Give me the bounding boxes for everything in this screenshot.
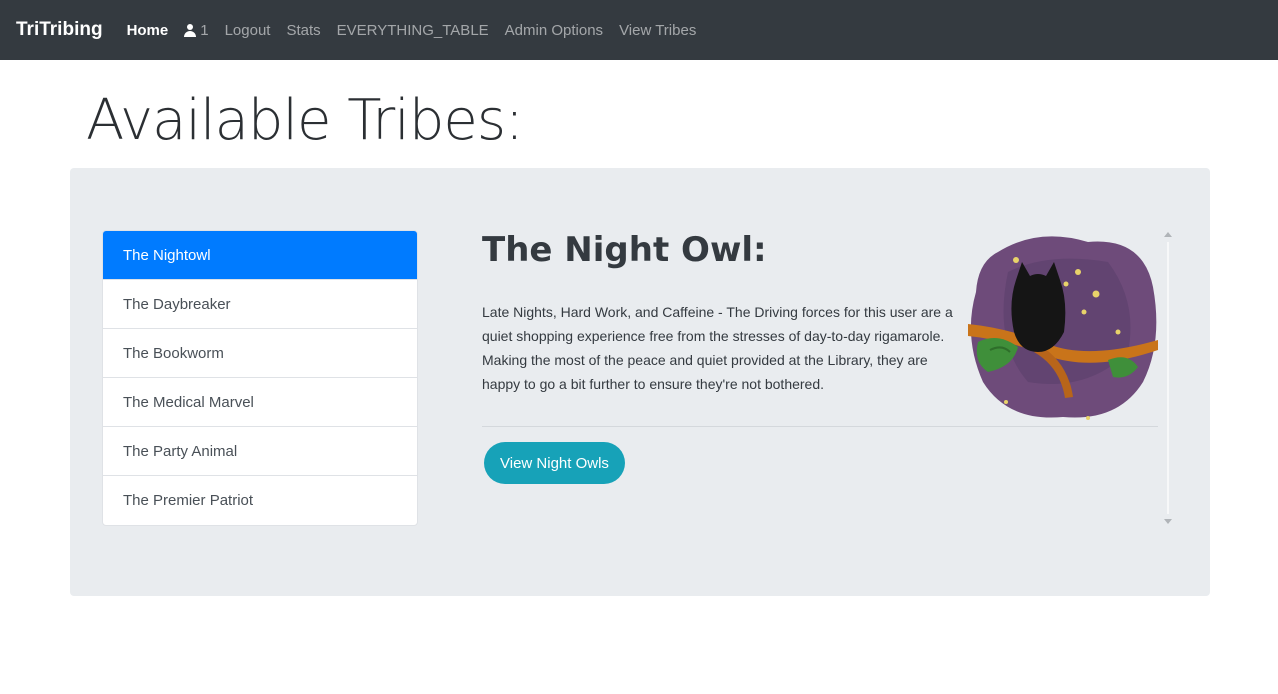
tribe-heading: The Night Owl: <box>482 230 767 270</box>
scroll-up-icon[interactable] <box>1164 232 1172 237</box>
tribe-description: Late Nights, Hard Work, and Caffeine - T… <box>482 304 953 392</box>
nav-user-id: 1 <box>200 21 209 39</box>
brand-logo[interactable]: TriTribing <box>16 19 103 41</box>
nav-view-tribes[interactable]: View Tribes <box>619 22 696 39</box>
night-owl-illustration <box>968 236 1158 420</box>
view-night-owls-button[interactable]: View Night Owls <box>484 442 625 484</box>
tribe-list-item-bookworm[interactable]: The Bookworm <box>103 329 417 378</box>
tribe-list-item-nightowl[interactable]: The Nightowl <box>103 231 417 280</box>
nav-user[interactable]: 1 <box>184 21 209 39</box>
tribe-list-item-party-animal[interactable]: The Party Animal <box>103 427 417 476</box>
tribe-detail-pane: The Night Owl: Late Nights, Hard Work, a… <box>464 230 1180 530</box>
tribe-list-item-medical-marvel[interactable]: The Medical Marvel <box>103 378 417 427</box>
tribe-list-item-daybreaker[interactable]: The Daybreaker <box>103 280 417 329</box>
tribe-list: The Nightowl The Daybreaker The Bookworm… <box>102 230 418 526</box>
tribes-panel: The Nightowl The Daybreaker The Bookworm… <box>70 168 1210 596</box>
page-title: Available Tribes: <box>86 88 524 153</box>
nav-stats[interactable]: Stats <box>286 22 320 39</box>
nav-home[interactable]: Home <box>127 22 169 39</box>
scroll-track[interactable] <box>1167 242 1169 514</box>
tribe-list-item-premier-patriot[interactable]: The Premier Patriot <box>103 476 417 525</box>
user-icon <box>184 23 197 37</box>
scroll-down-icon[interactable] <box>1164 519 1172 524</box>
nav-admin-options[interactable]: Admin Options <box>505 22 603 39</box>
detail-scrollbar[interactable] <box>1164 232 1172 524</box>
nav-everything-table[interactable]: EVERYTHING_TABLE <box>337 22 489 39</box>
top-navbar: TriTribing Home 1 Logout Stats EVERYTHIN… <box>0 0 1278 60</box>
divider <box>482 426 1158 427</box>
nav-logout[interactable]: Logout <box>225 22 271 39</box>
